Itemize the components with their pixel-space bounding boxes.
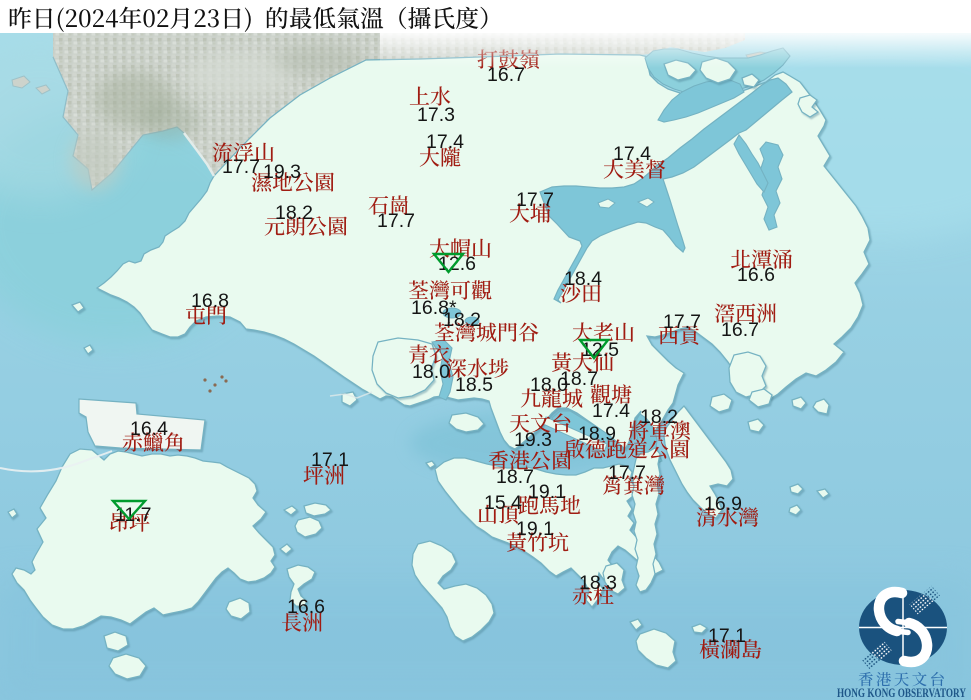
svg-text:12.6: 12.6 (438, 253, 476, 275)
svg-text:HONG KONG OBSERVATORY: HONG KONG OBSERVATORY (837, 685, 966, 700)
svg-text:17.3: 17.3 (417, 104, 455, 126)
svg-text:19.1: 19.1 (516, 518, 554, 540)
svg-text:17.4: 17.4 (426, 131, 464, 153)
svg-text:16.9: 16.9 (704, 493, 742, 515)
svg-text:18.0: 18.0 (530, 374, 568, 396)
svg-text:16.6: 16.6 (287, 596, 325, 618)
svg-text:18.5: 18.5 (455, 374, 493, 396)
svg-text:18.2: 18.2 (275, 202, 313, 224)
svg-text:16.8: 16.8 (191, 290, 229, 312)
svg-text:18.4: 18.4 (564, 268, 602, 290)
svg-text:17.7: 17.7 (663, 311, 701, 333)
svg-text:16.7: 16.7 (721, 319, 759, 341)
svg-text:19.3: 19.3 (514, 429, 552, 451)
svg-text:18.9: 18.9 (578, 423, 616, 445)
svg-text:17.7: 17.7 (608, 462, 646, 484)
svg-text:16.4: 16.4 (130, 418, 168, 440)
svg-text:18.3: 18.3 (579, 572, 617, 594)
svg-text:18.2: 18.2 (443, 309, 481, 331)
svg-text:18.2: 18.2 (640, 406, 678, 428)
svg-text:18.0: 18.0 (412, 361, 450, 383)
svg-text:17.7: 17.7 (222, 156, 260, 178)
svg-text:16.6: 16.6 (737, 264, 775, 286)
svg-text:17.7: 17.7 (377, 210, 415, 232)
svg-text:17.1: 17.1 (708, 625, 746, 647)
svg-text:15.4: 15.4 (484, 492, 522, 514)
svg-text:19.1: 19.1 (528, 481, 566, 503)
svg-text:17.4: 17.4 (613, 143, 651, 165)
svg-text:17.4: 17.4 (592, 400, 630, 422)
svg-text:17.7: 17.7 (516, 189, 554, 211)
svg-text:19.3: 19.3 (263, 161, 301, 183)
svg-text:17.1: 17.1 (311, 449, 349, 471)
